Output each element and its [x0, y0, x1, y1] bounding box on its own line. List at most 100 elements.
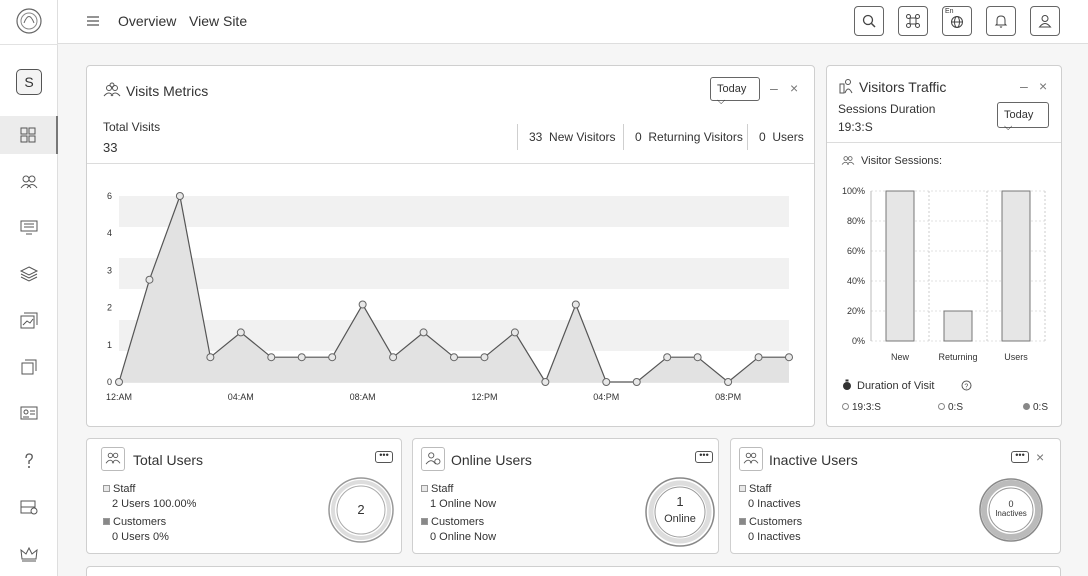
more-options-button[interactable]: ••• [375, 451, 393, 463]
user-icon [1037, 13, 1053, 29]
close-icon[interactable]: × [790, 80, 798, 96]
sidebar-item-premium[interactable] [0, 535, 58, 573]
traffic-range-select[interactable]: Today ⌵ [997, 102, 1049, 133]
data-point [510, 328, 519, 337]
y-tick-label: 40% [847, 276, 865, 286]
ring-value: 2 [357, 502, 365, 517]
y-tick-label: 3 [107, 265, 112, 275]
user-avatar[interactable]: S [16, 69, 42, 95]
panel-title: Visitors Traffic [859, 79, 947, 95]
data-point [450, 353, 458, 362]
data-point [115, 378, 123, 386]
customers-legend: Customers [421, 516, 484, 528]
bottom-panel [86, 566, 1061, 576]
profile-button[interactable] [1030, 6, 1060, 36]
minimize-icon[interactable]: – [770, 80, 778, 96]
layers-icon [19, 264, 39, 284]
language-button[interactable]: En [942, 6, 972, 36]
close-icon[interactable]: × [1036, 449, 1044, 465]
x-tick-label: 04:AM [228, 392, 254, 402]
y-tick-label: 4 [107, 228, 112, 238]
staff-value: 1 Online Now [430, 498, 497, 510]
visitors-icon [103, 82, 121, 98]
inactive-user-icon [739, 447, 763, 471]
more-options-button[interactable]: ••• [695, 451, 713, 463]
dashboard-icon [18, 125, 38, 145]
id-card-icon [19, 403, 39, 423]
notifications-button[interactable] [986, 6, 1016, 36]
app-logo[interactable] [14, 6, 44, 36]
sessions-bar-chart: 100% 80% 60% 40% 20% 0% New Returning Users [842, 186, 1046, 362]
data-point [358, 300, 367, 309]
customers-label: Customers [749, 516, 803, 528]
staff-label: Staff [113, 483, 136, 495]
more-options-button[interactable]: ••• [1011, 451, 1029, 463]
visits-area-chart: 0 1 2 3 4 6 12:AM 04:AM 08:AM 12:PM 04:PM 08:PM [106, 191, 793, 402]
online-user-icon [421, 447, 445, 471]
legend-swatch [1023, 403, 1030, 410]
x-tick-label: New [891, 352, 910, 362]
help-circle-icon[interactable]: ? [961, 380, 972, 391]
x-tick-label: 12:AM [106, 392, 132, 402]
returning-visitors-metric: 0 Returning Visitors [635, 130, 743, 144]
data-point [389, 353, 398, 362]
command-icon [905, 13, 921, 29]
users-icon [101, 447, 125, 471]
grid-band [119, 320, 789, 351]
search-button[interactable] [854, 6, 884, 36]
data-point [663, 353, 672, 362]
sidebar-item-contacts[interactable] [0, 394, 58, 432]
nav-view-site[interactable]: View Site [189, 13, 247, 29]
shortcuts-button[interactable] [898, 6, 928, 36]
menu-icon[interactable] [86, 14, 100, 28]
customers-label: Customers [431, 516, 485, 528]
customers-legend: Customers [739, 516, 802, 528]
duration-of-visit-label: Duration of Visit [857, 380, 935, 392]
data-point [785, 353, 793, 362]
y-tick-label: 2 [107, 303, 112, 313]
grid-band [119, 258, 789, 289]
sidebar-item-analytics[interactable] [0, 302, 58, 340]
sidebar-item-users[interactable] [0, 163, 58, 201]
customers-label: Customers [113, 516, 167, 528]
sidebar-item-dashboard[interactable] [0, 116, 58, 154]
ring-value: 0 [1008, 499, 1014, 509]
staff-legend: Staff [421, 483, 453, 495]
data-point [328, 353, 337, 362]
y-tick-label: 80% [847, 216, 865, 226]
sessions-icon [841, 154, 855, 166]
panel-divider [827, 142, 1061, 143]
total-visits-label: Total Visits [103, 120, 161, 134]
sidebar-item-pages[interactable] [0, 348, 58, 386]
sidebar-item-help[interactable] [0, 442, 58, 480]
nav-overview[interactable]: Overview [118, 13, 176, 29]
range-value: Today [1004, 109, 1034, 121]
close-icon[interactable]: × [1039, 78, 1047, 94]
ring-value: 1 [676, 494, 684, 509]
sidebar-item-settings[interactable] [0, 488, 58, 526]
minimize-icon[interactable]: – [1020, 78, 1028, 94]
data-point [754, 353, 763, 362]
users-metric: 0 Users [759, 130, 804, 144]
online-users-ring: 1 Online [644, 476, 716, 548]
legend-item: 19:3:S [842, 402, 881, 413]
new-visitors-count: 33 [529, 130, 543, 144]
data-point [480, 353, 489, 362]
legend-item: 0:S [938, 402, 963, 413]
sidebar-item-layers[interactable] [0, 255, 58, 293]
inactive-users-card: Inactive Users ••• × Staff 0 Inactives C… [730, 438, 1061, 554]
sessions-duration-label: Sessions Duration [838, 102, 936, 116]
language-code: En [945, 8, 954, 15]
data-point [541, 378, 550, 386]
metric-divider [623, 124, 624, 150]
bar [1001, 190, 1031, 342]
visitors-traffic-panel: Visitors Traffic – × Sessions Duration 1… [826, 65, 1062, 427]
customers-legend: Customers [103, 516, 166, 528]
y-tick-label: 0% [852, 336, 865, 346]
sidebar-item-devices[interactable] [0, 208, 58, 246]
visits-range-select[interactable]: Today ⌵ [710, 77, 760, 107]
visitor-sessions-title: Visitor Sessions: [861, 155, 943, 167]
users-icon [19, 172, 39, 192]
y-tick-label: 100% [842, 186, 865, 196]
legend-label: 19:3:S [852, 402, 881, 413]
